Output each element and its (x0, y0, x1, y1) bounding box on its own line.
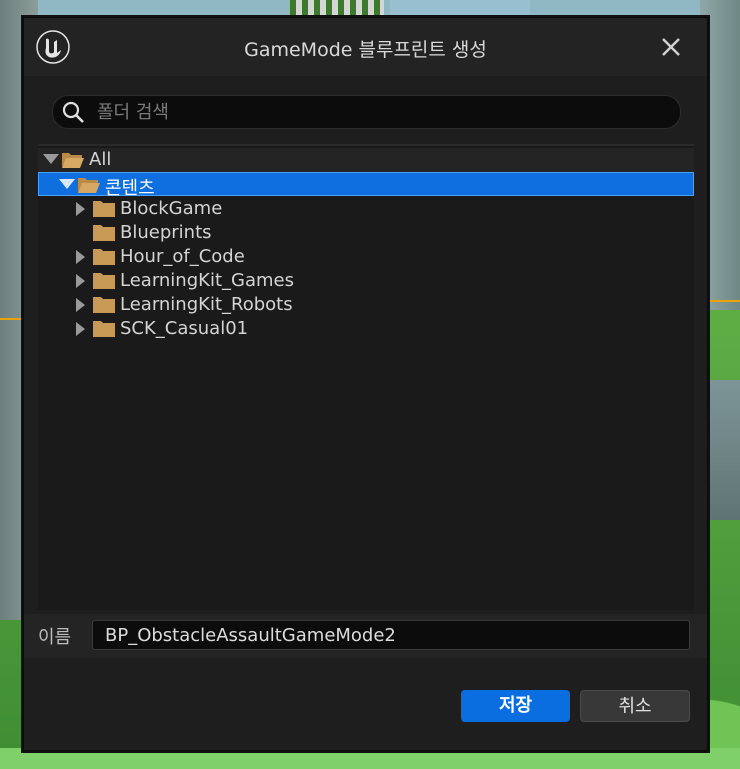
tree-item-label: LearningKit_Robots (120, 294, 293, 315)
tree-row-content[interactable]: 콘텐츠 (38, 172, 694, 199)
folder-icon (93, 201, 115, 217)
tree-item-label: Blueprints (120, 222, 212, 243)
search-input[interactable] (95, 99, 669, 125)
tree-row-sck-casual01[interactable]: SCK_Casual01 (38, 317, 694, 341)
folder-icon (93, 297, 115, 313)
tree-item-label: Hour_of_Code (120, 246, 245, 267)
tree-row-all[interactable]: All (38, 148, 694, 172)
collapse-arrow-icon[interactable] (76, 298, 85, 312)
expand-arrow-icon[interactable] (43, 154, 59, 164)
dialog-titlebar: GameMode 블루프린트 생성 (24, 18, 707, 76)
tree-row-learningkit-games[interactable]: LearningKit_Games (38, 269, 694, 293)
scene-block (390, 0, 530, 16)
name-label: 이름 (38, 627, 72, 648)
tree-item-label: SCK_Casual01 (120, 318, 249, 339)
stone-pillar (705, 380, 740, 520)
tree-item-label: LearningKit_Games (120, 270, 294, 291)
selection-outline (705, 300, 740, 302)
ground-strip (0, 748, 740, 769)
collapse-arrow-icon[interactable] (76, 322, 85, 336)
search-icon (62, 101, 84, 123)
folder-search-box[interactable] (52, 95, 681, 129)
asset-name-input[interactable] (92, 620, 690, 650)
open-folder-icon (62, 153, 84, 168)
folder-icon (93, 273, 115, 289)
folder-icon (93, 249, 115, 265)
tree-row-hour-of-code[interactable]: Hour_of_Code (38, 245, 694, 269)
tree-row-learningkit-robots[interactable]: LearningKit_Robots (38, 293, 694, 317)
folder-tree: All 콘텐츠 BlockGame Blueprints Hour_of_Cod… (38, 144, 694, 610)
folder-icon (93, 225, 115, 241)
tree-header-line (38, 144, 694, 146)
create-blueprint-dialog: GameMode 블루프린트 생성 All (23, 17, 708, 751)
checker-platform (290, 0, 384, 16)
collapse-arrow-icon[interactable] (76, 250, 85, 264)
cancel-button[interactable]: 취소 (580, 690, 690, 722)
tree-item-label: BlockGame (120, 198, 223, 219)
open-folder-icon (78, 178, 100, 193)
close-icon[interactable] (657, 33, 685, 61)
expand-arrow-icon[interactable] (59, 179, 75, 189)
save-button[interactable]: 저장 (461, 690, 570, 722)
collapse-arrow-icon[interactable] (76, 202, 85, 216)
dialog-title: GameMode 블루프린트 생성 (244, 39, 487, 61)
tree-row-blueprints[interactable]: Blueprints (38, 221, 694, 245)
tree-item-label: All (89, 149, 112, 170)
folder-icon (93, 321, 115, 337)
tree-row-blockgame[interactable]: BlockGame (38, 197, 694, 221)
collapse-arrow-icon[interactable] (76, 274, 85, 288)
